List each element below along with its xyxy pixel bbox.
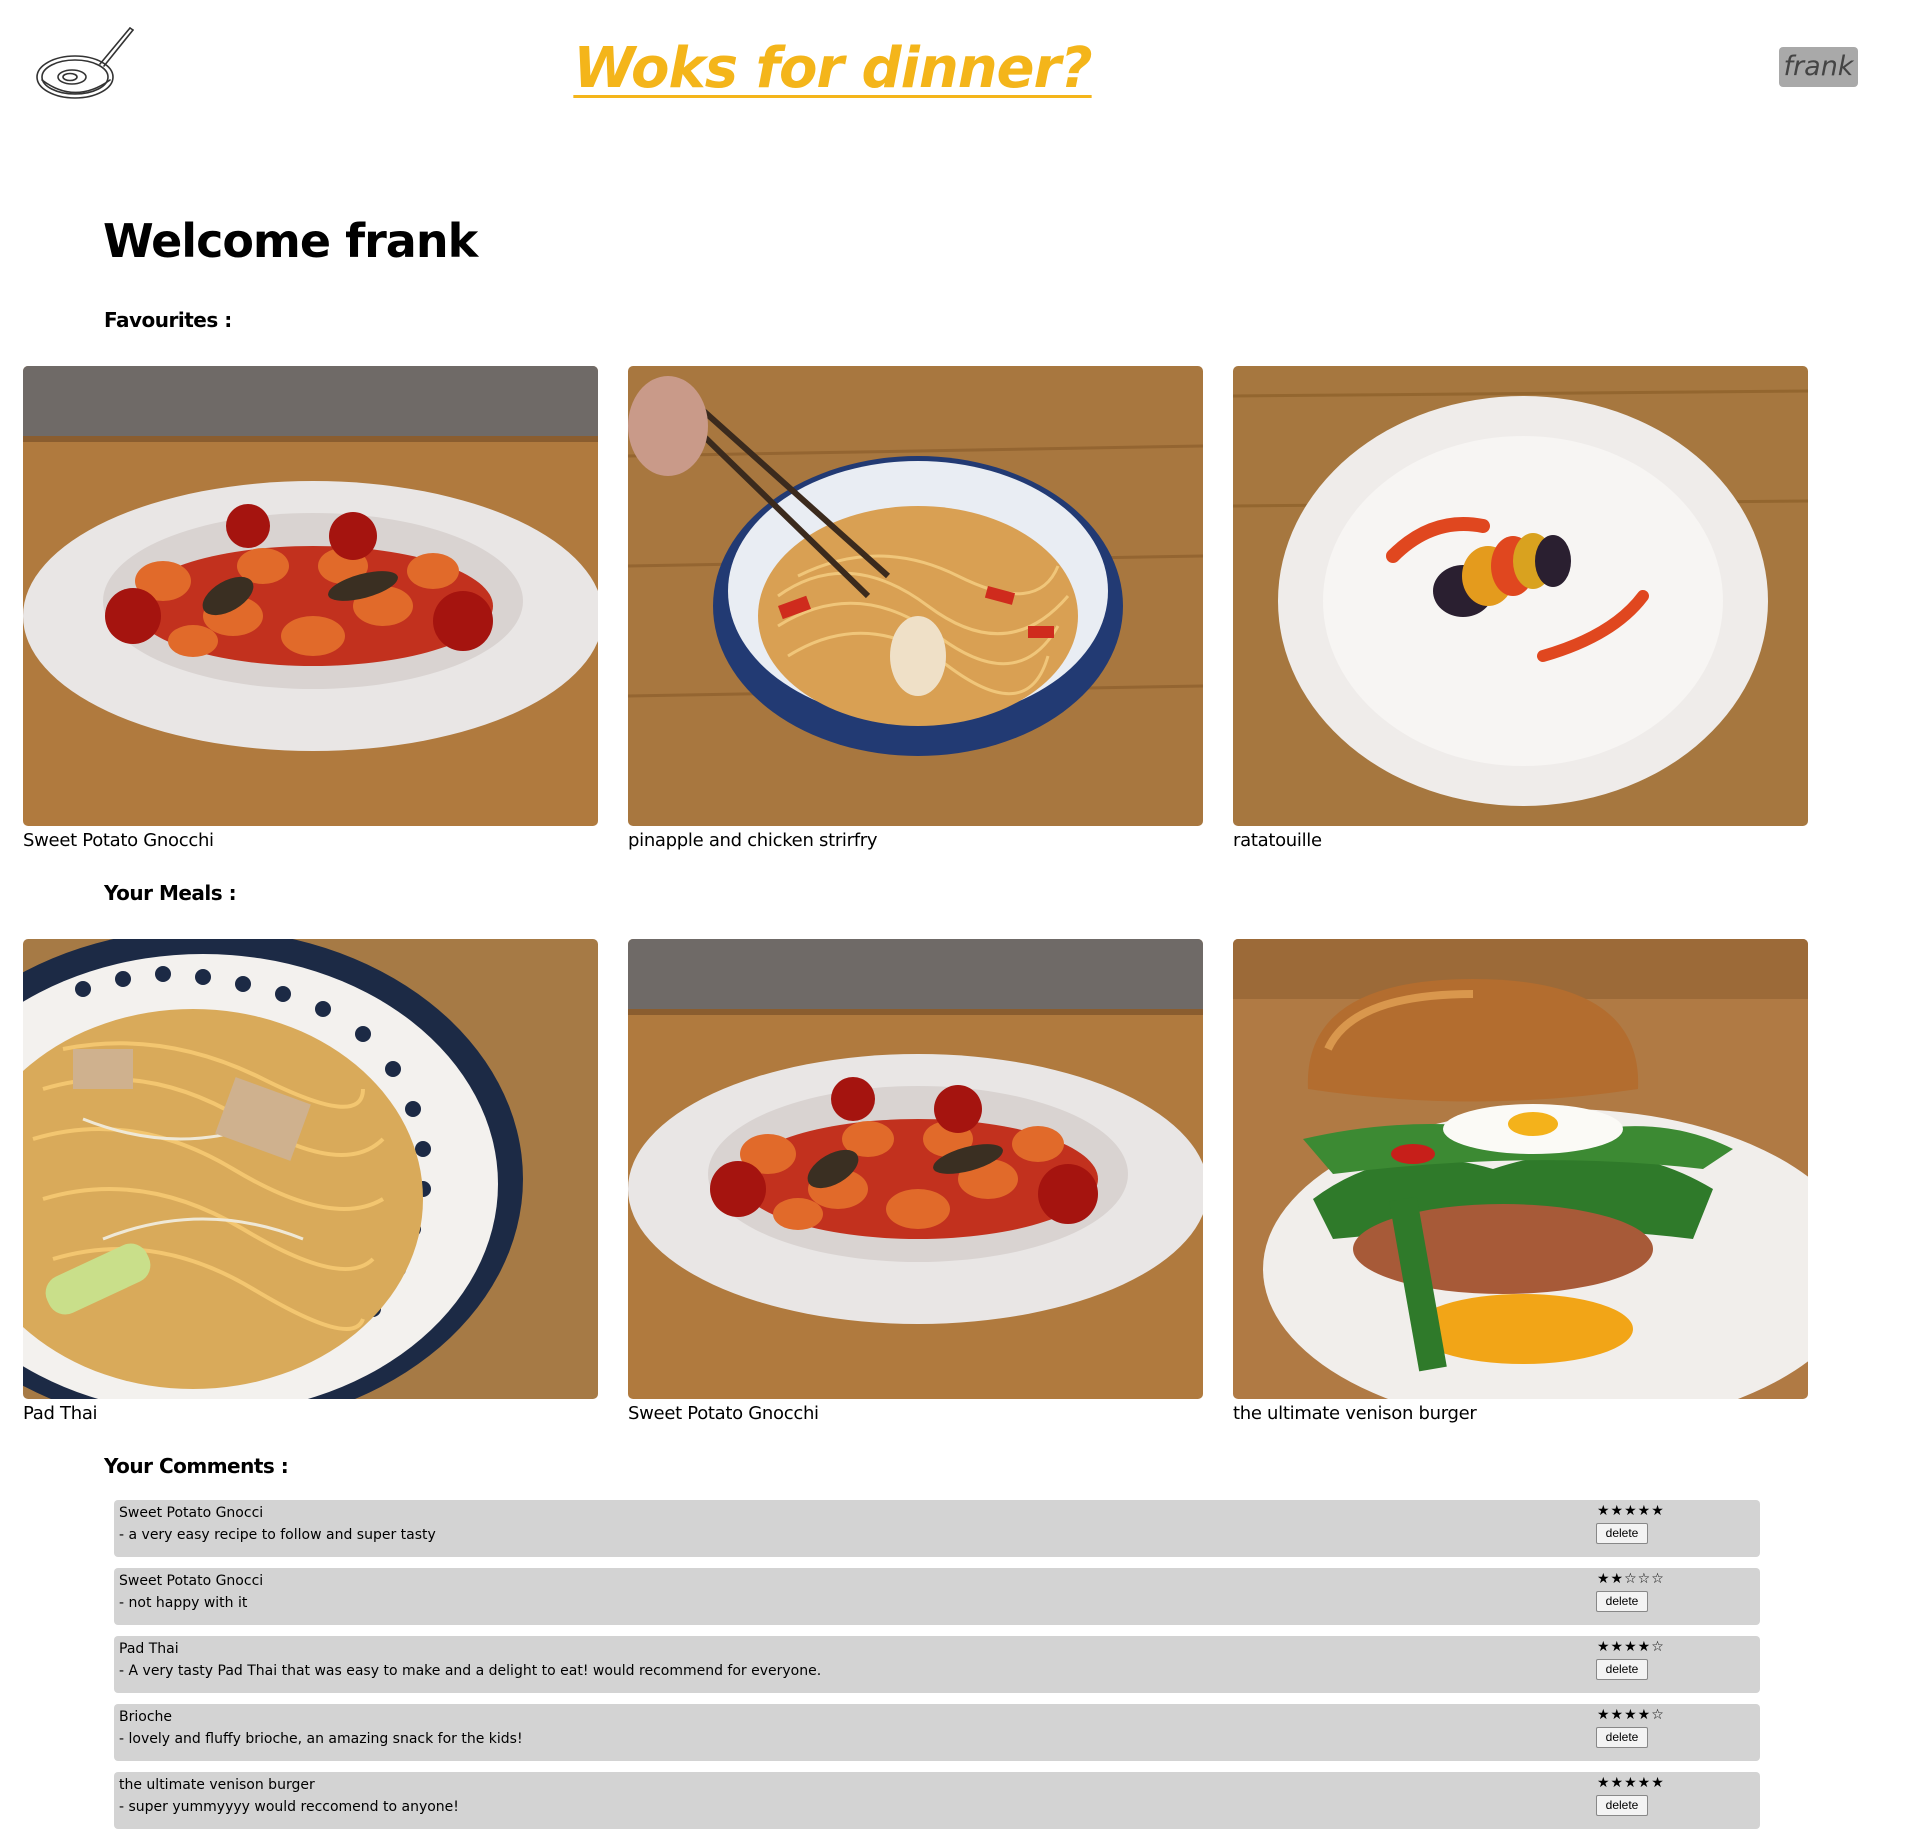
meal-card-title: the ultimate venison burger — [1233, 1403, 1477, 1424]
burger-photo — [1233, 939, 1808, 1399]
delete-comment-button[interactable]: delete — [1596, 1795, 1648, 1816]
meal-card[interactable]: Pad Thai — [23, 939, 598, 1424]
delete-comment-button[interactable]: delete — [1596, 1523, 1648, 1544]
favourite-card[interactable]: Sweet Potato Gnocchi — [23, 366, 598, 851]
star-rating: ★★★★☆ — [1597, 1707, 1665, 1723]
comment-item: Brioche - lovely and fluffy brioche, an … — [114, 1704, 1760, 1761]
comments-heading: Your Comments : — [104, 1454, 289, 1478]
favourite-card[interactable]: pinapple and chicken strirfry — [628, 366, 1203, 851]
comment-recipe-name[interactable]: Sweet Potato Gnocci — [119, 1573, 263, 1589]
comment-item: the ultimate venison burger - super yumm… — [114, 1772, 1760, 1829]
ratatouille-photo — [1233, 366, 1808, 826]
comment-recipe-name[interactable]: Sweet Potato Gnocci — [119, 1505, 263, 1521]
delete-comment-button[interactable]: delete — [1596, 1591, 1648, 1612]
favourites-heading: Favourites : — [104, 308, 232, 332]
gnocchi-photo — [23, 366, 598, 826]
star-rating: ★★★★☆ — [1597, 1639, 1665, 1655]
comment-item: Pad Thai - A very tasty Pad Thai that wa… — [114, 1636, 1760, 1693]
star-rating: ★★★★★ — [1597, 1503, 1665, 1519]
welcome-heading: Welcome frank — [103, 214, 478, 268]
comment-text: - a very easy recipe to follow and super… — [119, 1527, 436, 1543]
favourite-card-title: Sweet Potato Gnocchi — [23, 830, 214, 851]
comment-recipe-name[interactable]: Brioche — [119, 1709, 172, 1725]
delete-comment-button[interactable]: delete — [1596, 1727, 1648, 1748]
comment-recipe-name[interactable]: Pad Thai — [119, 1641, 179, 1657]
stirfry-photo — [628, 366, 1203, 826]
comment-text: - A very tasty Pad Thai that was easy to… — [119, 1663, 822, 1679]
favourite-card-title: ratatouille — [1233, 830, 1322, 851]
comment-text: - super yummyyyy would reccomend to anyo… — [119, 1799, 459, 1815]
star-rating: ★★★★★ — [1597, 1775, 1665, 1791]
pad-thai-photo — [23, 939, 598, 1399]
meal-card-title: Pad Thai — [23, 1403, 98, 1424]
favourite-card-title: pinapple and chicken strirfry — [628, 830, 878, 851]
comment-item: Sweet Potato Gnocci - not happy with it … — [114, 1568, 1760, 1625]
comment-text: - not happy with it — [119, 1595, 248, 1611]
meal-card[interactable]: the ultimate venison burger — [1233, 939, 1808, 1424]
gnocchi-photo — [628, 939, 1203, 1399]
comment-recipe-name[interactable]: the ultimate venison burger — [119, 1777, 315, 1793]
comment-text: - lovely and fluffy brioche, an amazing … — [119, 1731, 523, 1747]
user-profile-button[interactable]: frank — [1779, 47, 1858, 87]
site-title-link[interactable]: Woks for dinner? — [0, 36, 1665, 101]
comment-item: Sweet Potato Gnocci - a very easy recipe… — [114, 1500, 1760, 1557]
meal-card[interactable]: Sweet Potato Gnocchi — [628, 939, 1203, 1424]
favourite-card[interactable]: ratatouille — [1233, 366, 1808, 851]
meals-heading: Your Meals : — [104, 881, 237, 905]
meal-card-title: Sweet Potato Gnocchi — [628, 1403, 819, 1424]
star-rating: ★★☆☆☆ — [1597, 1571, 1665, 1587]
delete-comment-button[interactable]: delete — [1596, 1659, 1648, 1680]
